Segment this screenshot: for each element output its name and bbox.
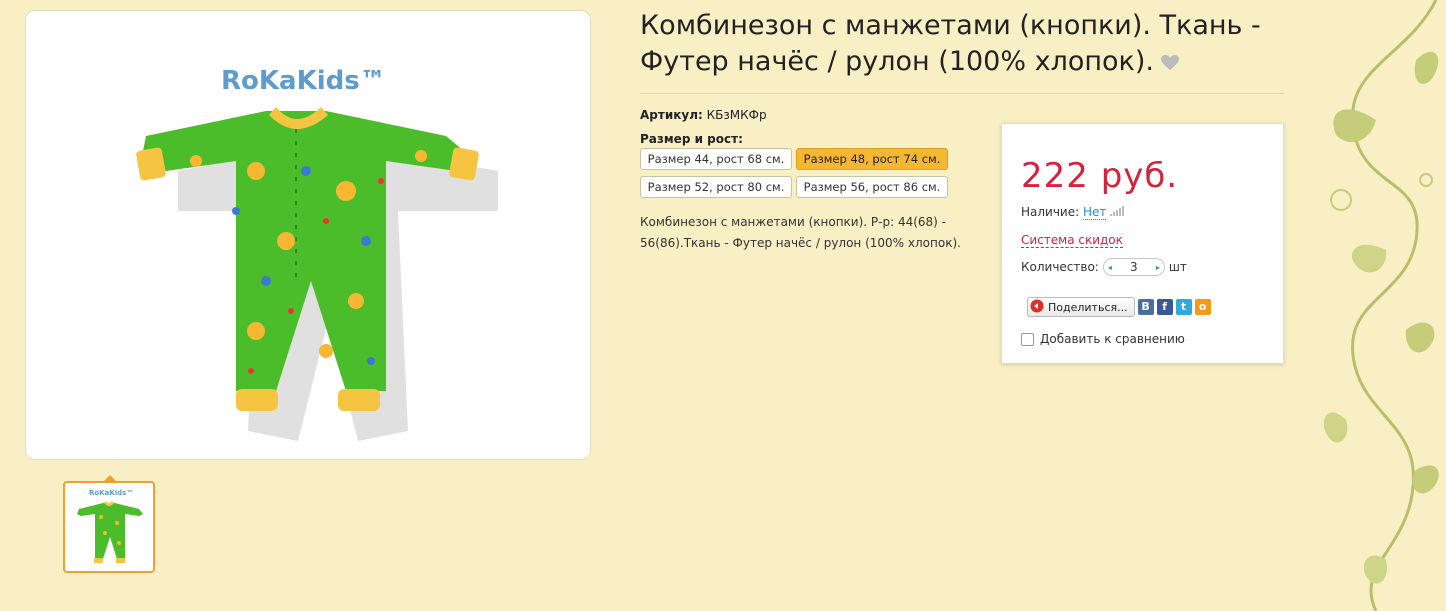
size-options: Размер 44, рост 68 см. Размер 48, рост 7… (640, 148, 960, 198)
vk-icon[interactable]: B (1137, 299, 1154, 315)
increment-arrow-icon[interactable]: ▸ (1156, 263, 1160, 272)
availability-label: Наличие: (1021, 205, 1080, 219)
floral-decoration (1323, 0, 1439, 611)
share-button[interactable]: Поделиться... (1027, 297, 1135, 317)
compare-row: Добавить к сравнению (1021, 332, 1185, 346)
sku-label: Артикул: (640, 108, 703, 122)
heart-icon[interactable] (1160, 45, 1180, 81)
availability-row: Наличие: Нет (1021, 205, 1125, 220)
product-description: Комбинезон с манжетами (кнопки). Р-р: 44… (640, 215, 961, 250)
quantity-row: Количество: ◂ 3 ▸ шт (1021, 258, 1187, 276)
quantity-stepper[interactable]: ◂ 3 ▸ (1102, 258, 1165, 276)
buy-box: 222 руб. Наличие: Нет Система скидок Кол… (1001, 123, 1284, 364)
sku-row: Артикул: КБзМКФр (640, 108, 767, 122)
brand-logo: RoKaKids™ (221, 66, 386, 96)
share-label: Поделиться... (1048, 300, 1128, 314)
product-thumbnail[interactable]: RoKaKids™ (63, 481, 155, 573)
size-option-48[interactable]: Размер 48, рост 74 см. (796, 148, 948, 170)
availability-value[interactable]: Нет (1083, 205, 1107, 220)
share-icon (1030, 299, 1044, 316)
odnoklassniki-icon[interactable]: o (1194, 299, 1211, 315)
size-label: Размер и рост: (640, 132, 743, 146)
price: 222 руб. (1021, 156, 1179, 196)
quantity-value[interactable]: 3 (1130, 260, 1138, 274)
product-title: Комбинезон с манжетами (кнопки). Ткань -… (640, 8, 1280, 81)
title-divider (640, 93, 1284, 94)
facebook-icon[interactable]: f (1156, 299, 1173, 315)
share-row: Поделиться... B f t o (1027, 297, 1211, 317)
size-option-52[interactable]: Размер 52, рост 80 см. (640, 176, 792, 198)
discount-system-link[interactable]: Система скидок (1021, 233, 1123, 248)
quantity-label: Количество: (1021, 260, 1099, 274)
twitter-icon[interactable]: t (1175, 299, 1192, 315)
svg-text:RoKaKids™: RoKaKids™ (89, 489, 133, 497)
product-main-image[interactable]: RoKaKids™ (25, 10, 591, 460)
signal-bars-icon (1110, 205, 1125, 219)
quantity-unit: шт (1168, 260, 1187, 274)
decrement-arrow-icon[interactable]: ◂ (1108, 263, 1112, 272)
compare-checkbox[interactable] (1021, 332, 1034, 346)
compare-label[interactable]: Добавить к сравнению (1040, 332, 1185, 346)
size-option-56[interactable]: Размер 56, рост 86 см. (796, 176, 948, 198)
sku-value: КБзМКФр (706, 108, 767, 122)
size-option-44[interactable]: Размер 44, рост 68 см. (640, 148, 792, 170)
